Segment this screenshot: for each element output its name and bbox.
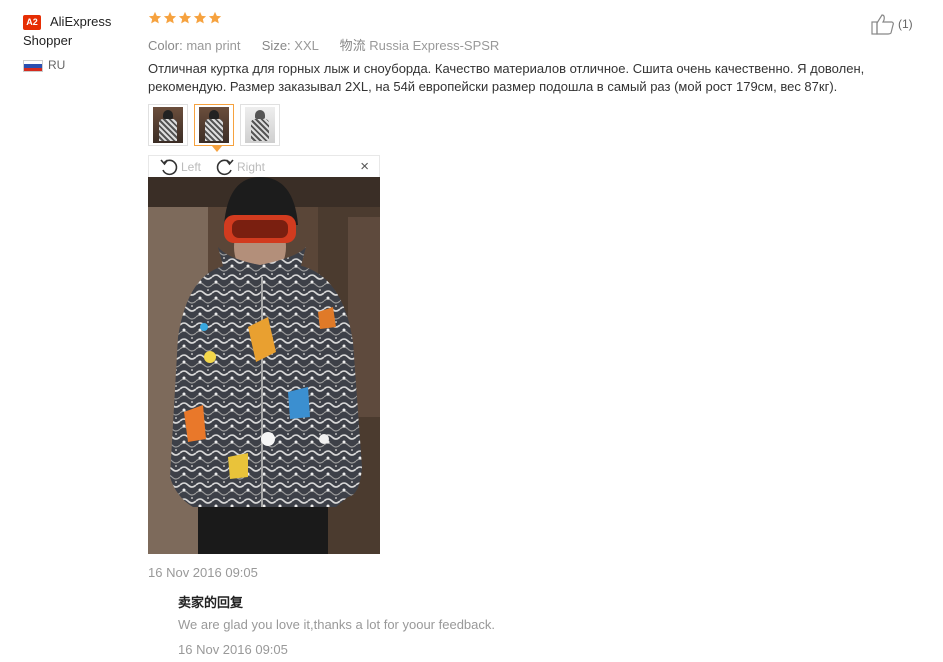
rotate-left-label: Left	[181, 160, 202, 174]
size-value: XXL	[294, 38, 319, 53]
photo-thumbnail[interactable]	[148, 104, 188, 146]
size-label: Size:	[261, 38, 291, 53]
like-count: (1)	[898, 17, 913, 31]
seller-reply-date: 16 Nov 2016 09:05	[178, 642, 288, 657]
review-date: 16 Nov 2016 09:05	[148, 565, 258, 580]
selected-thumbnail-pointer	[212, 146, 222, 152]
star-icon	[193, 11, 207, 24]
review-photo-image	[148, 177, 380, 554]
rotate-right-label: Right	[237, 160, 266, 174]
russia-flag-icon	[23, 60, 43, 72]
thumbs-up-icon	[871, 14, 894, 35]
rating-stars	[148, 11, 222, 29]
review-text: Отличная куртка для горных лыж и сноубор…	[148, 61, 865, 94]
review-photo-thumbnails	[148, 104, 280, 146]
rotate-left-icon	[160, 159, 178, 176]
color-value: man print	[186, 38, 241, 53]
star-icon	[163, 11, 177, 24]
photo-viewer-toolbar: Left Right ×	[148, 155, 380, 177]
flag-stripe-red	[24, 67, 42, 71]
shipping-value: Russia Express-SPSR	[369, 38, 500, 53]
star-icon	[148, 11, 162, 24]
buyer-level-badge: A2	[23, 15, 41, 30]
helpful-like-button[interactable]: (1)	[871, 13, 913, 35]
photo-thumbnail[interactable]	[240, 104, 280, 146]
seller-reply-text: We are glad you love it,thanks a lot for…	[178, 617, 495, 632]
rotate-right-button[interactable]: Right	[215, 157, 265, 177]
reviewer-country: RU	[48, 58, 66, 72]
order-attributes: Color: man print Size: XXL 物流 Russia Exp…	[148, 35, 499, 54]
shipping-label: 物流	[339, 38, 366, 53]
star-icon	[208, 11, 222, 24]
review-photo[interactable]	[148, 177, 380, 554]
color-label: Color:	[148, 38, 183, 53]
star-icon	[178, 11, 192, 24]
rotate-left-button[interactable]: Left	[159, 157, 201, 177]
seller-reply-title: 卖家的回复	[178, 595, 244, 610]
rotate-right-icon	[216, 159, 234, 176]
photo-thumbnail-selected[interactable]	[194, 104, 234, 146]
close-viewer-button[interactable]: ×	[360, 158, 369, 176]
